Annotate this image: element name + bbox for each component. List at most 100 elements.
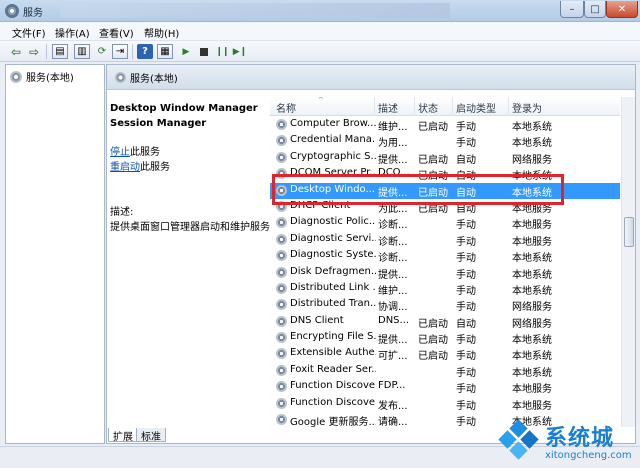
refresh-icon[interactable]: ⟳: [94, 44, 110, 59]
table-row[interactable]: Diagnostic Syste... 诊断... 手动 本地系统: [270, 248, 620, 264]
service-startup-type-cell: 自动: [456, 318, 476, 330]
gear-icon: [276, 151, 287, 163]
gear-icon: [115, 71, 126, 83]
service-startup-type-cell: 手动: [456, 138, 476, 150]
export-icon[interactable]: ▥: [74, 44, 90, 59]
restart-service-action: 重启动此服务: [110, 160, 270, 175]
list-rows: Computer Brow... 维护... 已启动 手动 本地系统 Credential…: [270, 117, 620, 427]
table-row[interactable]: Function Discove... FDP... 手动 本地服务: [270, 379, 620, 395]
service-description-cell: 提供...: [378, 154, 408, 166]
service-logon-cell: 本地系统: [512, 138, 552, 150]
table-row[interactable]: Foxit Reader Ser... 手动 本地系统: [270, 363, 620, 379]
content-header-label: 服务(本地): [130, 73, 178, 85]
service-logon-cell: 本地系统: [512, 269, 552, 281]
column-header-startup-type[interactable]: 启动类型: [456, 100, 496, 115]
restart-service-link[interactable]: 重启动: [110, 162, 140, 173]
gear-icon: [276, 135, 287, 147]
service-name-cell: Google 更新服务...: [290, 417, 376, 427]
tab-extended[interactable]: 扩展: [108, 428, 138, 443]
service-logon-cell: 本地系统: [512, 367, 552, 379]
service-name-cell: Distributed Link ...: [290, 281, 376, 293]
restart-service-icon[interactable]: ▶❙: [232, 44, 248, 59]
column-header-name[interactable]: 名称: [276, 100, 296, 115]
column-header-status[interactable]: 状态: [418, 100, 438, 115]
vertical-scrollbar[interactable]: [621, 97, 635, 427]
service-name-cell: Function Discove...: [290, 396, 376, 408]
stop-service-icon[interactable]: [196, 44, 212, 59]
service-logon-cell: 本地系统: [512, 285, 552, 297]
service-status-cell: 已启动: [418, 122, 448, 133]
list-header: 名称 ^ 描述 状态 启动类型 登录为: [270, 97, 620, 116]
forward-arrow-icon[interactable]: ⇨: [26, 44, 42, 59]
stop-service-suffix: 此服务: [130, 147, 160, 158]
help-icon[interactable]: ?: [137, 44, 153, 59]
close-button[interactable]: ✕: [606, 1, 638, 18]
service-startup-type-cell: 手动: [456, 220, 476, 232]
maximize-button[interactable]: □: [584, 1, 606, 18]
console-tree-icon[interactable]: ▤: [52, 44, 68, 59]
tab-standard[interactable]: 标准: [136, 428, 166, 443]
minimize-button[interactable]: –: [560, 1, 584, 18]
service-name-cell: Function Discove...: [290, 380, 376, 392]
menu-help[interactable]: 帮助(H): [144, 25, 179, 40]
description-text: 提供桌面窗口管理器启动和维护服务: [110, 222, 270, 233]
service-startup-type-cell: 手动: [456, 400, 476, 412]
table-row[interactable]: Disk Defragmen... 提供... 手动 本地系统: [270, 265, 620, 281]
annotation-highlight-box: [272, 174, 564, 205]
service-logon-cell: 本地系统: [512, 351, 552, 363]
menu-file[interactable]: 文件(F): [12, 25, 46, 40]
gear-icon: [276, 250, 287, 262]
gear-icon: [276, 233, 287, 245]
service-description-cell: 诊断...: [378, 220, 408, 232]
service-name-cell: Encrypting File S...: [290, 331, 376, 343]
pause-service-icon[interactable]: ❙❙: [214, 44, 230, 59]
table-row[interactable]: Encrypting File S... 提供... 已启动 手动 本地系统: [270, 330, 620, 346]
table-row[interactable]: Extensible Authe... 可扩... 已启动 手动 本地系统: [270, 346, 620, 362]
service-startup-type-cell: 手动: [456, 367, 476, 379]
start-service-icon[interactable]: ▶: [178, 44, 194, 59]
column-header-logon-as[interactable]: 登录为: [512, 100, 542, 115]
service-logon-cell: 网络服务: [512, 318, 552, 330]
column-divider[interactable]: [452, 97, 453, 116]
menu-action[interactable]: 操作(A): [55, 25, 90, 40]
taskbar-tabs-blurred: [60, 3, 450, 18]
service-description-cell: 请确...: [378, 417, 408, 427]
service-logon-cell: 本地服务: [512, 236, 552, 248]
table-row[interactable]: Function Discove... 发布... 手动 本地服务: [270, 396, 620, 412]
properties-icon[interactable]: ▦: [157, 44, 173, 59]
table-row[interactable]: Distributed Link ... 维护... 手动 本地系统: [270, 281, 620, 297]
tree-item-label: 服务(本地): [26, 73, 74, 84]
service-name-cell: Disk Defragmen...: [290, 265, 376, 277]
scrollbar-thumb[interactable]: [624, 217, 634, 247]
table-row[interactable]: Credential Mana... 为用... 手动 本地系统: [270, 133, 620, 149]
column-divider[interactable]: [374, 97, 375, 116]
table-row[interactable]: Distributed Tran... 协调... 手动 网络服务: [270, 297, 620, 313]
back-arrow-icon[interactable]: ⇦: [8, 44, 24, 59]
service-name-cell: Diagnostic Polic...: [290, 216, 376, 228]
export-list-icon[interactable]: ⇥: [112, 44, 128, 59]
table-row[interactable]: Cryptographic S... 提供... 已启动 自动 网络服务: [270, 150, 620, 166]
table-row[interactable]: Diagnostic Servi... 诊断... 手动 本地服务: [270, 232, 620, 248]
column-header-description[interactable]: 描述: [378, 100, 398, 115]
tree-item-services-local[interactable]: 服务(本地): [10, 69, 74, 84]
table-row[interactable]: Computer Brow... 维护... 已启动 手动 本地系统: [270, 117, 620, 133]
service-startup-type-cell: 手动: [456, 335, 476, 347]
gear-icon: [276, 397, 287, 409]
gear-icon: [276, 217, 287, 229]
gear-icon: [276, 414, 287, 426]
service-name-cell: DNS Client: [290, 314, 344, 326]
service-logon-cell: 本地系统: [512, 122, 552, 133]
toolbar-separator: [132, 44, 133, 59]
restart-service-suffix: 此服务: [140, 162, 170, 173]
stop-service-link[interactable]: 停止: [110, 147, 130, 158]
service-description-cell: 可扩...: [378, 351, 408, 363]
column-divider[interactable]: [508, 97, 509, 116]
column-divider[interactable]: [414, 97, 415, 116]
service-status-cell: 已启动: [418, 335, 448, 347]
service-logon-cell: 网络服务: [512, 302, 552, 314]
table-row[interactable]: DNS Client DNS... 已启动 自动 网络服务: [270, 314, 620, 330]
services-app-icon: [5, 4, 19, 18]
menu-view[interactable]: 查看(V): [99, 25, 134, 40]
table-row[interactable]: Diagnostic Polic... 诊断... 手动 本地服务: [270, 215, 620, 231]
service-logon-cell: 本地系统: [512, 253, 552, 265]
